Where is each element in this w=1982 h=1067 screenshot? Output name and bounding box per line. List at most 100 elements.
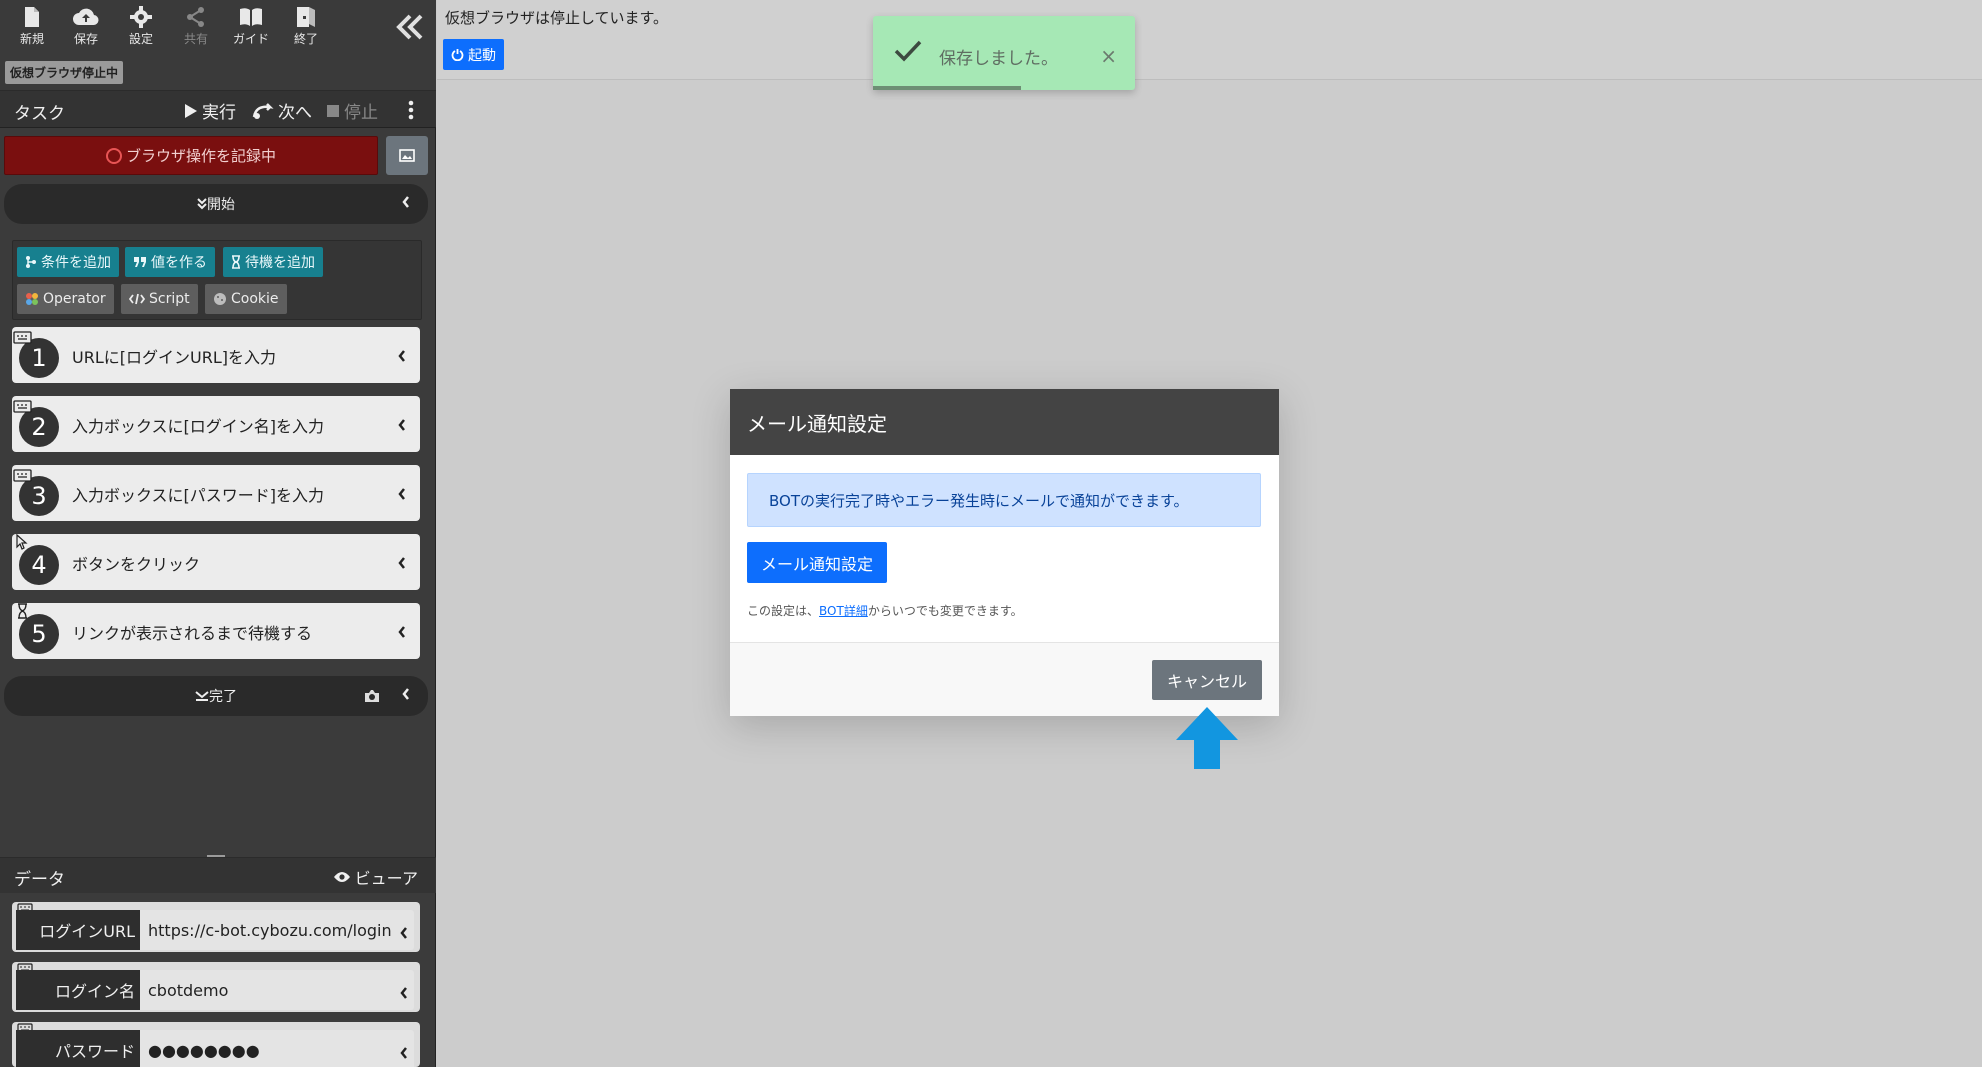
run-button[interactable]: 実行 — [184, 98, 236, 123]
settings-label: 設定 — [128, 32, 153, 46]
browser-status-bar: 仮想ブラウザは停止しています。 起動 — [437, 0, 1982, 80]
step-item[interactable]: 2 入力ボックスに[ログイン名]を入力 — [12, 396, 420, 452]
data-row[interactable]: ログインURL https://c-bot.cybozu.com/login — [12, 902, 420, 952]
screenshot-button[interactable] — [386, 136, 428, 175]
add-condition-label: 条件を追加 — [41, 255, 111, 271]
chevron-left-icon — [402, 688, 409, 700]
share-button[interactable]: 共有 — [172, 4, 220, 52]
add-condition-button[interactable]: 条件を追加 — [17, 247, 119, 277]
kebab-menu-icon[interactable] — [408, 99, 414, 121]
step-text: 入力ボックスに[ログイン名]を入力 — [72, 417, 325, 436]
chevron-left-icon[interactable] — [398, 350, 406, 362]
save-toast: 保存しました。 × — [873, 16, 1135, 90]
step-item[interactable]: 4 ボタンをクリック — [12, 534, 420, 590]
sidebar: 新規 保存 設定 共有 ガイド 終了 仮想ブラウザ停止中 タスク 実行 次へ 停… — [0, 0, 436, 1067]
step-item[interactable]: 3 入力ボックスに[パスワード]を入力 — [12, 465, 420, 521]
save-button[interactable]: 保存 — [62, 4, 110, 52]
step-number: 4 — [19, 545, 59, 585]
chevron-left-icon[interactable] — [398, 626, 406, 638]
stop-icon — [327, 104, 339, 117]
recording-button[interactable]: ブラウザ操作を記録中 — [4, 136, 378, 175]
play-icon — [185, 103, 197, 118]
share-label: 共有 — [183, 32, 208, 46]
record-circle-icon — [105, 147, 122, 164]
modal-note: この設定は、BOT詳細からいつでも変更できます。 — [747, 602, 1023, 619]
quote-icon — [134, 257, 146, 267]
start-browser-label: 起動 — [468, 47, 496, 64]
email-settings-label: メール通知設定 — [761, 554, 874, 574]
next-button[interactable]: 次へ — [252, 98, 312, 123]
chevron-left-icon[interactable] — [400, 1047, 408, 1059]
exit-label: 終了 — [293, 32, 318, 46]
operator-button[interactable]: Operator — [17, 284, 114, 314]
step-text: 入力ボックスに[パスワード]を入力 — [72, 486, 325, 505]
task-title: タスク — [14, 104, 65, 124]
data-value: ●●●●●●●● — [140, 1030, 414, 1067]
new-label: 新規 — [19, 32, 44, 46]
chevron-left-icon[interactable] — [400, 987, 408, 999]
keyboard-icon — [13, 469, 32, 482]
data-value: cbotdemo — [140, 970, 414, 1010]
make-value-button[interactable]: 値を作る — [125, 247, 215, 277]
book-icon — [240, 8, 262, 26]
chevron-left-icon[interactable] — [400, 927, 408, 939]
collapse-sidebar-button[interactable] — [392, 10, 426, 44]
chevron-left-icon[interactable] — [398, 557, 406, 569]
check-icon — [894, 40, 922, 62]
note-text: からいつでも変更できます。 — [867, 604, 1023, 618]
chevron-left-icon[interactable] — [398, 419, 406, 431]
end-band[interactable]: 完了 — [4, 676, 428, 716]
settings-button[interactable]: 設定 — [117, 4, 165, 52]
data-row[interactable]: パスワード ●●●●●●●● — [12, 1022, 420, 1067]
toast-message: 保存しました。 — [939, 49, 1058, 69]
end-icon — [195, 691, 209, 701]
modal-header: メール通知設定 — [730, 389, 1279, 455]
operator-label: Operator — [43, 291, 106, 307]
end-label: 完了 — [209, 689, 237, 705]
eye-icon — [333, 872, 350, 882]
data-title: データ — [14, 870, 65, 890]
start-browser-button[interactable]: 起動 — [443, 39, 504, 70]
page: 新規 保存 設定 共有 ガイド 終了 仮想ブラウザ停止中 タスク 実行 次へ 停… — [0, 0, 1982, 1067]
script-button[interactable]: Script — [121, 284, 198, 314]
camera-icon[interactable] — [364, 689, 380, 703]
step-item[interactable]: 5 リンクが表示されるまで待機する — [12, 603, 420, 659]
new-button[interactable]: 新規 — [8, 4, 56, 52]
double-chevron-left-icon — [396, 14, 423, 40]
toast-close-button[interactable]: × — [1100, 44, 1117, 68]
chevron-left-icon[interactable] — [398, 488, 406, 500]
email-notification-modal: メール通知設定 BOTの実行完了時やエラー発生時にメールで通知ができます。 メー… — [730, 389, 1279, 716]
run-label: 実行 — [202, 103, 236, 123]
bot-detail-link[interactable]: BOT詳細 — [819, 604, 868, 618]
cancel-label: キャンセル — [1166, 672, 1247, 691]
exit-button[interactable]: 終了 — [282, 4, 330, 52]
next-label: 次へ — [278, 103, 312, 123]
chevron-left-icon — [402, 196, 409, 208]
stop-label: 停止 — [344, 103, 378, 123]
double-chevron-down-icon — [197, 198, 207, 210]
task-header: タスク 実行 次へ 停止 — [0, 90, 436, 128]
step-item[interactable]: 1 URLに[ログインURL]を入力 — [12, 327, 420, 383]
note-text: この設定は、 — [747, 604, 820, 618]
guide-button[interactable]: ガイド — [227, 4, 275, 52]
viewer-label: ビューア — [354, 869, 418, 888]
viewer-button[interactable]: ビューア — [333, 865, 418, 889]
data-value: https://c-bot.cybozu.com/login — [140, 910, 414, 950]
keyboard-icon — [13, 331, 32, 344]
data-row[interactable]: ログイン名 cbotdemo — [12, 962, 420, 1012]
cookie-icon — [214, 293, 226, 305]
recording-label: ブラウザ操作を記録中 — [125, 147, 276, 165]
door-exit-icon — [297, 7, 315, 27]
add-wait-button[interactable]: 待機を追加 — [223, 247, 323, 277]
save-label: 保存 — [73, 32, 98, 46]
cancel-button[interactable]: キャンセル — [1152, 660, 1262, 700]
stop-button[interactable]: 停止 — [326, 98, 378, 123]
cookie-button[interactable]: Cookie — [205, 284, 287, 314]
code-icon — [129, 293, 145, 305]
branch-icon — [26, 256, 36, 268]
share-icon — [187, 7, 204, 27]
start-band[interactable]: 開始 — [4, 184, 428, 224]
vm-status-badge: 仮想ブラウザ停止中 — [5, 61, 124, 84]
operator-icon — [26, 293, 38, 305]
email-settings-button[interactable]: メール通知設定 — [747, 542, 888, 583]
